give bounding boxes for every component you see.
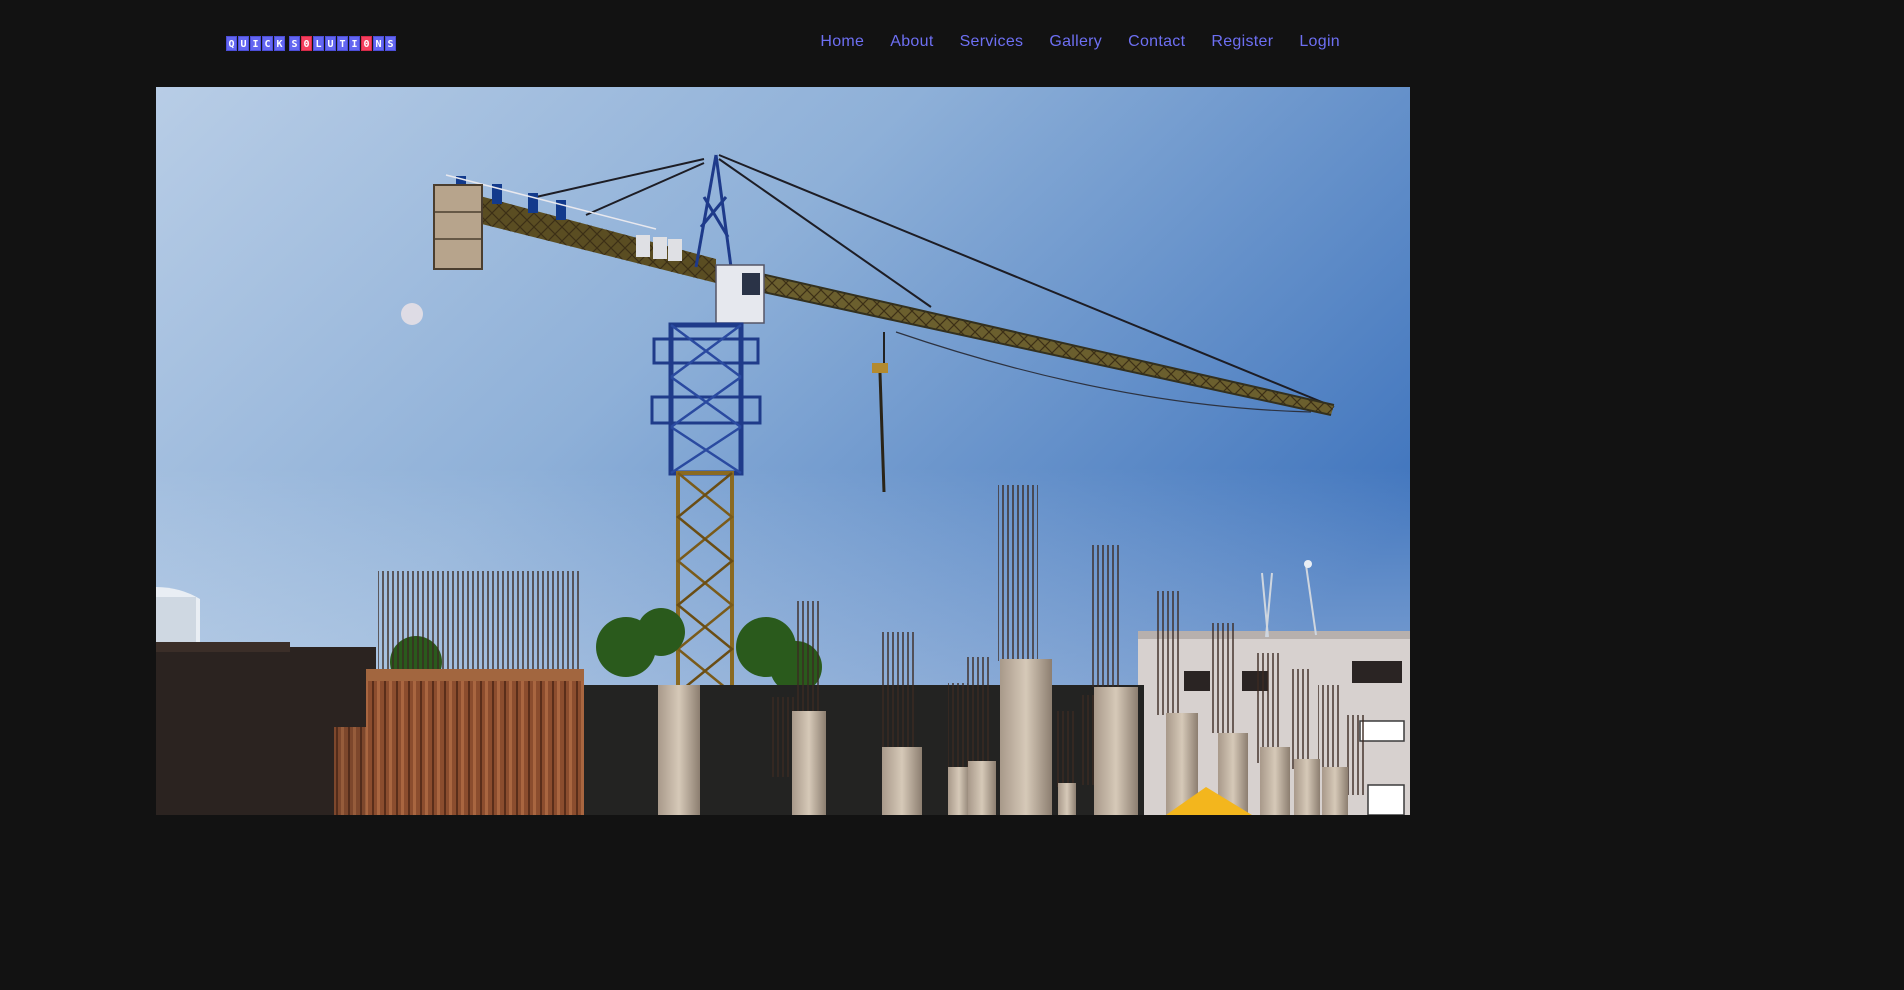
logo-letter-tile: C — [262, 35, 273, 51]
logo-letter-tile: U — [325, 35, 336, 51]
logo-letter-tile: N — [373, 35, 384, 51]
nav-about-link[interactable]: About — [877, 31, 946, 53]
logo-letter-tile: I — [250, 35, 261, 51]
site-header: QUICKS0LUTI0NS Home About Services Galle… — [0, 0, 1568, 86]
logo-letter-tile: S — [385, 35, 396, 51]
main-nav: Home About Services Gallery Contact Regi… — [807, 31, 1340, 53]
logo-letter-tile: 0 — [361, 35, 372, 51]
logo-letter-tile: 0 — [301, 35, 312, 51]
nav-contact-link[interactable]: Contact — [1115, 31, 1198, 53]
logo-letter-tile: I — [349, 35, 360, 51]
nav-services-link[interactable]: Services — [947, 31, 1037, 53]
logo-letter-tile: K — [274, 35, 285, 51]
nav-gallery-link[interactable]: Gallery — [1036, 31, 1115, 53]
logo-letter-tile: T — [337, 35, 348, 51]
logo-word: QUICK — [226, 35, 285, 51]
logo-letter-tile: S — [289, 35, 300, 51]
nav-login-link[interactable]: Login — [1286, 31, 1340, 53]
site-logo[interactable]: QUICKS0LUTI0NS — [226, 35, 396, 51]
logo-letter-tile: Q — [226, 35, 237, 51]
logo-letter-tile: U — [238, 35, 249, 51]
nav-home-link[interactable]: Home — [807, 31, 877, 53]
logo-word: S0LUTI0NS — [289, 35, 396, 51]
construction-crane-photo — [156, 87, 1410, 815]
hero-image — [156, 87, 1410, 815]
page: QUICKS0LUTI0NS Home About Services Galle… — [0, 0, 1568, 815]
logo-letter-tile: L — [313, 35, 324, 51]
nav-register-link[interactable]: Register — [1198, 31, 1286, 53]
